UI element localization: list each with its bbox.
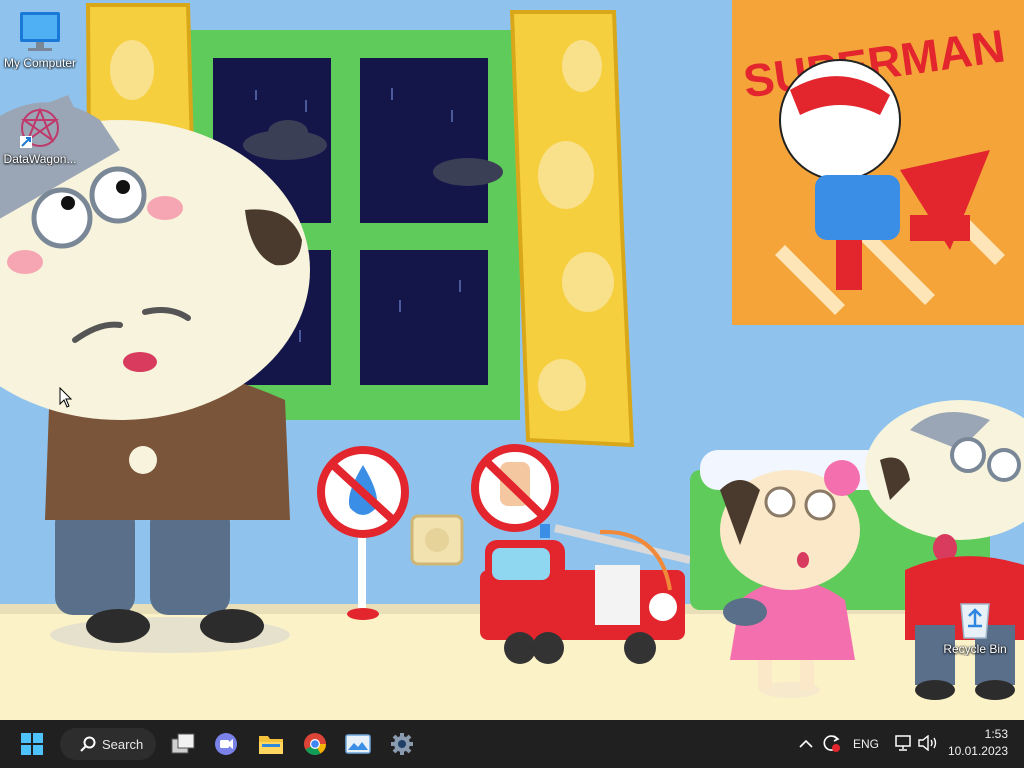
teams-chat-button[interactable] (206, 724, 246, 764)
recycle-bin-icon (960, 603, 990, 639)
desktop-icon-recycle-bin[interactable]: Recycle Bin (935, 598, 1015, 656)
desktop-icon-label: My Computer (3, 56, 77, 70)
desktop: SUPERMAN My Computer DataWagon... Recycl… (0, 0, 1024, 720)
settings-button[interactable] (382, 724, 422, 764)
mouse-cursor-icon (59, 387, 73, 408)
monitor-icon (20, 12, 60, 51)
search-button[interactable]: Search (60, 728, 156, 760)
task-view-button[interactable] (163, 724, 203, 764)
volume-icon[interactable] (918, 735, 938, 751)
photos-icon (345, 734, 371, 754)
search-icon (80, 736, 96, 752)
desktop-icon-label: Recycle Bin (943, 642, 1007, 656)
datawagon-shortcut-icon (20, 107, 60, 148)
settings-gear-icon (391, 733, 413, 755)
network-icon[interactable] (894, 735, 912, 751)
taskbar: Search ENG 1:53 10.01.2023 (0, 720, 1024, 768)
photos-button[interactable] (338, 724, 378, 764)
task-view-icon (171, 733, 195, 754)
chrome-icon (304, 733, 326, 755)
start-button[interactable] (12, 724, 52, 764)
desktop-icon-my-computer[interactable]: My Computer (0, 10, 80, 70)
system-clock[interactable]: 1:53 10.01.2023 (948, 726, 1008, 760)
chevron-up-icon[interactable] (799, 738, 813, 748)
file-explorer-icon (259, 736, 283, 754)
desktop-icon-datawagon[interactable]: DataWagon... (0, 106, 80, 166)
clock-time: 1:53 (984, 727, 1008, 741)
chrome-button[interactable] (295, 724, 335, 764)
language-indicator[interactable]: ENG (853, 737, 879, 751)
cartoon-wallpaper: SUPERMAN (0, 0, 1024, 720)
teams-chat-icon (215, 733, 237, 755)
clock-date: 10.01.2023 (947, 744, 1008, 758)
sync-icon[interactable] (821, 733, 841, 753)
windows-start-icon (21, 733, 43, 755)
search-label: Search (102, 736, 144, 752)
file-explorer-button[interactable] (251, 724, 291, 764)
desktop-icon-label: DataWagon... (3, 152, 77, 166)
